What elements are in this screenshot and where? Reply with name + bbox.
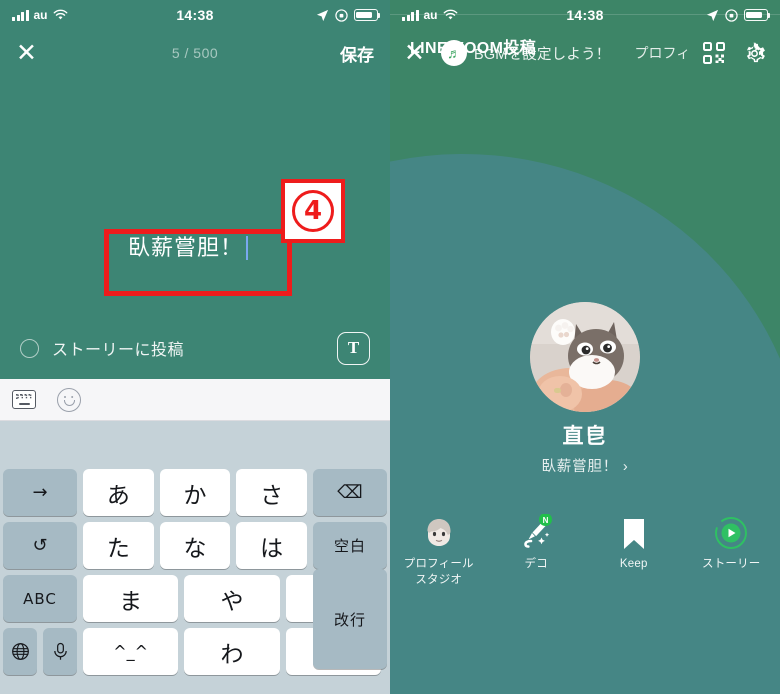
keyboard-row-1: → あ か さ ⌫ [3, 469, 388, 516]
key-ka[interactable]: か [159, 469, 231, 516]
status-bar-right [706, 8, 771, 22]
profile-status-message[interactable]: 臥薪嘗胆！ › [390, 455, 780, 476]
key-undo[interactable]: ↺ [3, 522, 77, 569]
key-mic[interactable] [43, 628, 77, 675]
key-wa[interactable]: わ [184, 628, 280, 675]
key-globe[interactable] [3, 628, 37, 675]
character-counter: 5 / 500 [171, 45, 219, 61]
key-backspace[interactable]: ⌫ [313, 469, 388, 516]
japanese-keyboard: → あ か さ ⌫ ↺ た な は 空白 ABC ま や ら [0, 421, 390, 694]
key-kaomoji[interactable]: ^_^ [83, 628, 179, 675]
right-panel-profile-screen: au 14:38 ✕ ♬ BGMを設定しよう！ プロフィ 直皀 臥薪嘗胆！ › … [390, 0, 780, 694]
left-status-bar: au 14:38 [0, 0, 390, 30]
status-message-canvas[interactable]: 臥薪嘗胆！ 4 [0, 76, 390, 352]
profile-display-name: 直皀 [562, 425, 608, 448]
key-ta[interactable]: た [83, 522, 154, 569]
avatar-cat-photo [530, 302, 640, 412]
keyboard-icon[interactable] [12, 390, 36, 409]
circle-checkbox-icon[interactable] [20, 338, 39, 358]
action-keep[interactable]: Keep [585, 512, 683, 588]
rotation-lock-icon [335, 8, 348, 22]
chevron-right-icon: › [622, 459, 629, 475]
action-label-profile-studio: プロフィール スタジオ [403, 558, 474, 586]
post-to-story-label: ストーリーに投稿 [52, 342, 185, 359]
save-button[interactable]: 保存 [340, 41, 374, 66]
keyboard-row4-left-group [3, 628, 77, 675]
keyboard-toolbar [0, 379, 390, 421]
post-to-story-row[interactable]: ストーリーに投稿 T [0, 322, 390, 374]
microphone-icon [53, 642, 67, 660]
globe-icon [11, 643, 29, 660]
annotation-box-left [104, 229, 292, 296]
key-na[interactable]: な [159, 522, 231, 569]
key-a[interactable]: あ [83, 469, 154, 516]
smiley-icon[interactable] [57, 387, 81, 412]
line-voom-label: LINE VOOM投稿 [410, 39, 537, 57]
svg-text:N: N [543, 516, 549, 525]
avatar-face-icon [422, 512, 456, 550]
key-abc[interactable]: ABC [3, 575, 77, 622]
action-label-keep: Keep [619, 558, 648, 570]
action-deco[interactable]: N デコ [488, 512, 586, 588]
keyboard-suggestion-bar [0, 421, 390, 469]
right-panel-content: au 14:38 ✕ ♬ BGMを設定しよう！ プロフィ 直皀 臥薪嘗胆！ › … [390, 0, 780, 586]
profile-avatar[interactable] [530, 302, 640, 412]
chevron-right-icon: › [752, 32, 760, 58]
text-style-button[interactable]: T [337, 331, 370, 365]
action-label-story: ストーリー [702, 558, 761, 570]
location-arrow-icon [706, 9, 719, 21]
rotation-lock-icon [725, 8, 738, 22]
action-story[interactable]: ストーリー [683, 512, 780, 588]
keyboard-row-2: ↺ た な は 空白 [3, 522, 388, 569]
annotation-marker-number: 4 [292, 190, 334, 232]
story-play-icon [714, 512, 748, 550]
key-ha[interactable]: は [236, 522, 308, 569]
key-ma[interactable]: ま [83, 575, 179, 622]
key-space[interactable]: 空白 [313, 522, 388, 569]
key-arrow-right[interactable]: → [3, 469, 77, 516]
battery-icon [744, 9, 771, 21]
action-profile-studio[interactable]: プロフィール スタジオ [390, 512, 488, 588]
profile-action-row: プロフィール スタジオ N デコ Keep ストーリー [390, 512, 780, 588]
decoration-pen-icon: N [519, 512, 553, 550]
right-status-bar: au 14:38 [390, 0, 780, 30]
editor-header: ✕ 5 / 500 保存 [0, 30, 390, 76]
action-label-deco: デコ [524, 558, 548, 570]
keyboard-key-grid: → あ か さ ⌫ ↺ た な は 空白 ABC ま や ら [0, 469, 390, 675]
key-return[interactable]: 改行 [313, 569, 387, 669]
left-panel-status-message-editor: au 14:38 ✕ 5 / 500 保存 臥薪嘗胆！ 4 ストーリーに投稿 T… [0, 0, 390, 694]
bookmark-icon [621, 512, 647, 550]
annotation-marker-4: 4 [281, 179, 345, 243]
key-sa[interactable]: さ [236, 469, 308, 516]
screenshot-stage: au 14:38 ✕ 5 / 500 保存 臥薪嘗胆！ 4 ストーリーに投稿 T… [0, 0, 780, 694]
key-ya[interactable]: や [184, 575, 280, 622]
profile-status-message-text: 臥薪嘗胆！ [541, 459, 618, 475]
location-arrow-icon [316, 9, 329, 21]
status-bar-right [316, 8, 381, 22]
battery-icon [354, 9, 381, 21]
